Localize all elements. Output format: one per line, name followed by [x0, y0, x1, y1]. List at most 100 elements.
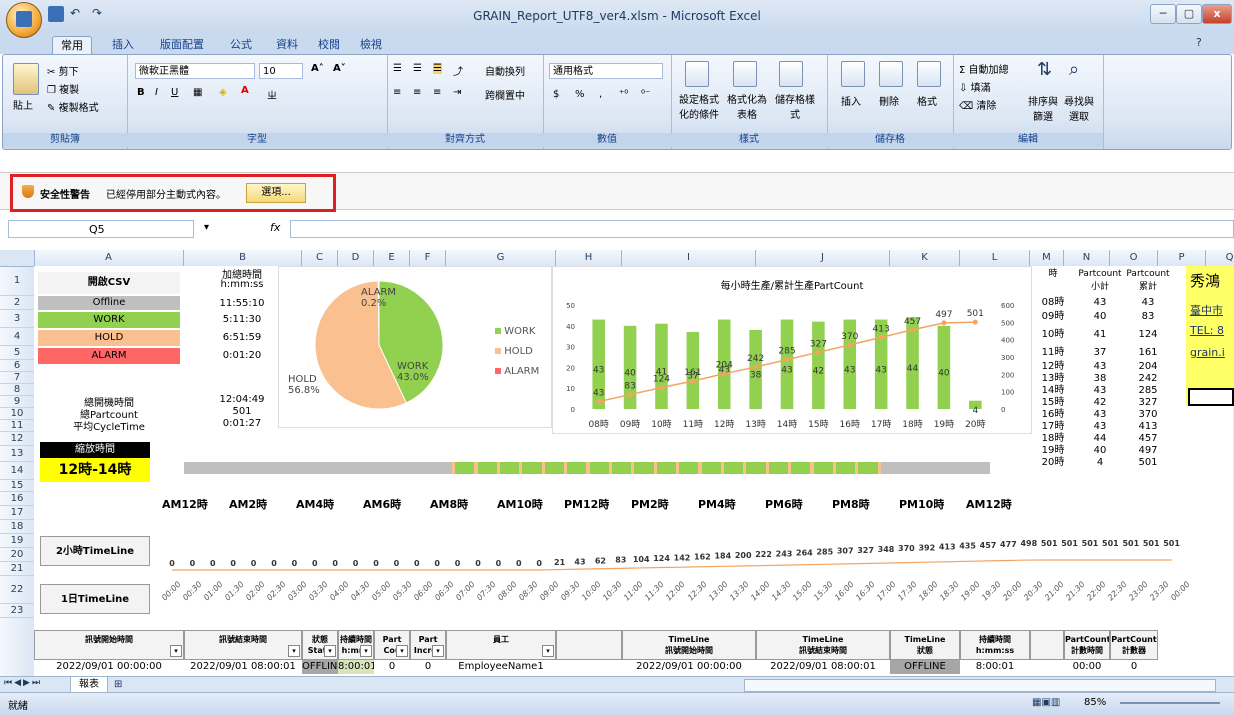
wrap-text-button[interactable]: 自動換列 [485, 63, 525, 78]
company-email-link[interactable]: grain.i [1190, 346, 1225, 359]
fill-color-icon[interactable]: ◈ [219, 87, 227, 98]
decrease-decimal-icon[interactable]: ⁰⁻ [641, 89, 650, 100]
table-cell[interactable]: 2022/09/01 08:00:01 [184, 660, 302, 674]
row-header[interactable]: 11 [0, 420, 34, 432]
column-header[interactable]: N [1064, 250, 1110, 266]
horizontal-scrollbar[interactable] [744, 679, 1216, 692]
filter-dropdown-icon[interactable]: ▾ [324, 645, 336, 657]
cumulative-point[interactable] [753, 364, 759, 370]
bold-button[interactable]: B [137, 87, 145, 98]
table-cell[interactable]: 2022/09/01 00:00:00 [622, 660, 756, 674]
column-header[interactable]: M [1030, 250, 1064, 266]
autosum-button[interactable]: Σ 自動加總 [959, 61, 1009, 76]
comma-icon[interactable]: , [599, 89, 602, 100]
tab-insert[interactable]: 插入 [104, 36, 142, 54]
cumulative-point[interactable] [910, 327, 916, 333]
column-header[interactable]: C [302, 250, 338, 266]
zoom-slider[interactable] [1120, 702, 1220, 704]
table-cell[interactable]: 8:00:01 [960, 660, 1030, 674]
format-cells-icon[interactable] [917, 61, 941, 87]
select-all-corner[interactable] [0, 250, 35, 267]
row-header[interactable]: 6 [0, 360, 34, 372]
column-header[interactable]: F [410, 250, 446, 266]
clear-button[interactable]: ⌫ 清除 [959, 97, 996, 112]
cumulative-point[interactable] [847, 342, 853, 348]
table-cell[interactable]: 2022/09/01 08:00:01 [756, 660, 890, 674]
row-header[interactable]: 22 [0, 576, 34, 604]
column-header[interactable]: E [374, 250, 410, 266]
insert-sheet-icon[interactable]: ⊞ [114, 677, 136, 692]
cumulative-point[interactable] [941, 320, 947, 326]
row-header[interactable]: 12 [0, 432, 34, 446]
row-header[interactable]: 2 [0, 296, 34, 310]
bar-hourly[interactable] [937, 325, 951, 409]
filter-dropdown-icon[interactable]: ▾ [542, 645, 554, 657]
tab-page-layout[interactable]: 版面配置 [152, 36, 212, 54]
cumulative-point[interactable] [596, 399, 602, 405]
office-button[interactable] [6, 2, 42, 38]
column-header[interactable]: Q [1206, 250, 1234, 266]
cell-styles-icon[interactable] [779, 61, 803, 87]
row-header[interactable]: 21 [0, 562, 34, 576]
cumulative-point[interactable] [784, 357, 790, 363]
percent-button[interactable]: % [575, 89, 585, 100]
row-header[interactable]: 9 [0, 396, 34, 408]
formula-input[interactable] [290, 220, 1234, 238]
table-cell[interactable] [1030, 660, 1064, 674]
find-select-button[interactable]: 尋找與選取 [1061, 93, 1097, 123]
row-header[interactable]: 8 [0, 384, 34, 396]
sheet-tab-report[interactable]: 報表 [70, 677, 108, 693]
delete-cells-icon[interactable] [879, 61, 903, 87]
insert-button[interactable]: 插入 [841, 93, 861, 108]
row-header[interactable]: 13 [0, 446, 34, 462]
row-header[interactable]: 1 [0, 266, 34, 296]
tab-formulas[interactable]: 公式 [222, 36, 260, 54]
table-cell[interactable]: 0 [1110, 660, 1158, 674]
cut-button[interactable]: ✂ 剪下 [47, 63, 79, 78]
indent-icon[interactable]: ⇥ [453, 87, 461, 98]
row-header[interactable]: 17 [0, 506, 34, 520]
font-color-icon[interactable]: A [241, 85, 249, 96]
insert-cells-icon[interactable] [841, 61, 865, 87]
delete-button[interactable]: 刪除 [879, 93, 899, 108]
tab-review[interactable]: 校閱 [310, 36, 348, 54]
sheet-nav-icons[interactable]: ⏮◀▶⏭ [4, 678, 42, 688]
open-csv-button[interactable]: 開啟CSV [38, 272, 180, 294]
column-header[interactable]: B [184, 250, 302, 266]
align-bottom-icon[interactable]: ☰ [433, 63, 442, 74]
cumulative-point[interactable] [721, 371, 727, 377]
state-timeline-bar[interactable] [184, 462, 990, 474]
row-header[interactable]: 16 [0, 492, 34, 506]
font-name-select[interactable]: 微軟正黑體 [135, 63, 255, 79]
sort-filter-button[interactable]: 排序與篩選 [1025, 93, 1061, 123]
merge-center-button[interactable]: 跨欄置中 [485, 87, 525, 102]
bar-hourly[interactable] [655, 323, 668, 409]
cell-styles-button[interactable]: 儲存格樣式 [771, 91, 819, 121]
cumulative-point[interactable] [690, 378, 696, 384]
format-as-table-button[interactable]: 格式化為表格 [725, 91, 769, 121]
row-header[interactable]: 23 [0, 604, 34, 618]
font-size-select[interactable]: 10 [259, 63, 303, 79]
italic-button[interactable]: I [155, 87, 158, 98]
table-cell[interactable]: 0 [374, 660, 410, 674]
filter-dropdown-icon[interactable]: ▾ [432, 645, 444, 657]
row-header[interactable]: 7 [0, 372, 34, 384]
column-header[interactable]: D [338, 250, 374, 266]
align-top-icon[interactable]: ☰ [393, 63, 402, 74]
name-box-dropdown-icon[interactable]: ▾ [204, 222, 209, 233]
row-header[interactable]: 5 [0, 346, 34, 360]
row-header[interactable]: 4 [0, 328, 34, 346]
align-left-icon[interactable]: ≡ [393, 87, 401, 98]
view-buttons-icon[interactable]: ▦▣▥ [1032, 697, 1060, 708]
cumulative-point[interactable] [972, 319, 978, 325]
filter-dropdown-icon[interactable]: ▾ [360, 645, 372, 657]
grow-font-icon[interactable]: A˄ [311, 63, 324, 74]
fx-icon[interactable]: fx [270, 221, 280, 234]
cumulative-point[interactable] [658, 385, 664, 391]
column-header[interactable]: P [1158, 250, 1206, 266]
filter-dropdown-icon[interactable]: ▾ [288, 645, 300, 657]
cumulative-point[interactable] [878, 334, 884, 340]
increase-decimal-icon[interactable]: ⁺⁰ [619, 89, 628, 100]
table-cell[interactable]: 2022/09/01 00:00:00 [34, 660, 184, 674]
conditional-format-button[interactable]: 設定格式化的條件 [675, 91, 723, 121]
